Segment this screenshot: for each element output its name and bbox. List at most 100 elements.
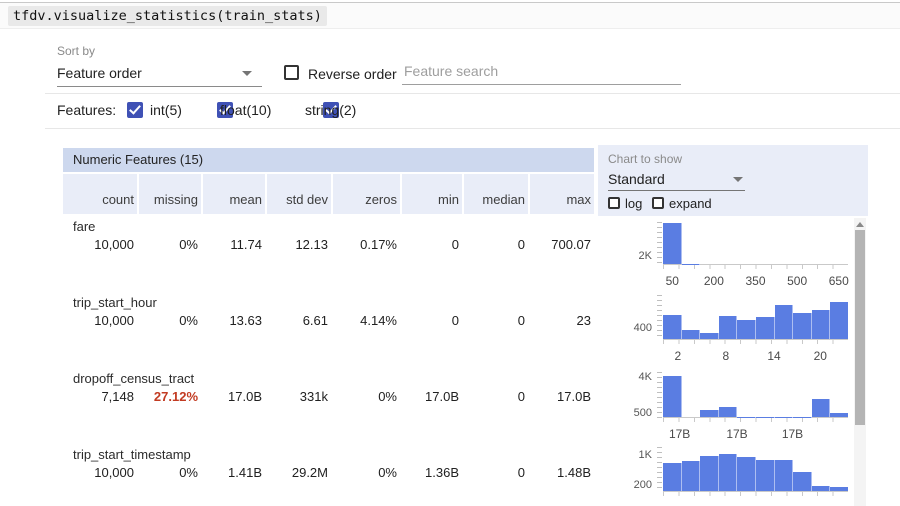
column-header-max: max (528, 174, 594, 214)
histogram-bar (793, 472, 812, 491)
histogram-plot[interactable] (663, 447, 848, 492)
cell-median: 0 (462, 388, 528, 406)
cell-max: 1.48B (528, 464, 594, 482)
histogram-bar (700, 333, 719, 339)
scroll-up-button[interactable] (854, 218, 866, 230)
column-header-median: median (462, 174, 528, 214)
sort-by-value: Feature order (57, 65, 142, 81)
histogram-bar (775, 460, 794, 491)
histogram-bar (737, 457, 756, 491)
y-axis-labels: 1K 200 (630, 447, 652, 492)
reverse-order-checkbox[interactable] (284, 65, 299, 80)
histogram-bar (682, 461, 701, 491)
divider (45, 93, 900, 94)
cell-median: 0 (462, 464, 528, 482)
numeric-features-table: Numeric Features (15) count missing mean… (63, 148, 594, 506)
tfdv-statistics-page: tfdv.visualize_statistics(train_stats) S… (0, 0, 900, 506)
cell-count: 10,000 (63, 236, 137, 254)
cell-count: 7,148 (63, 388, 137, 406)
x-axis-tick-label: 14 (767, 349, 780, 363)
table-row: dropoff_census_tract 7,148 27.12% 17.0B … (63, 366, 594, 442)
histogram-bar (812, 399, 831, 418)
y-axis-labels: 2K (630, 222, 652, 265)
expand-checkbox[interactable] (652, 197, 664, 209)
int-checkbox-label: int(5) (150, 102, 182, 118)
expand-checkbox-label: expand (669, 196, 712, 211)
histogram-bar (756, 317, 775, 339)
histogram-bar (830, 302, 848, 339)
cell-mean: 11.74 (201, 236, 265, 254)
histogram-bar (793, 313, 812, 339)
code-cell: tfdv.visualize_statistics(train_stats) (0, 2, 900, 29)
cell-stddev: 6.61 (265, 312, 331, 330)
histogram-bar (830, 487, 848, 491)
table-row: fare 10,000 0% 11.74 12.13 0.17% 0 0 700… (63, 214, 594, 290)
histogram-bar (737, 320, 756, 339)
int-checkbox[interactable] (127, 102, 143, 118)
y-axis-ticks (657, 447, 662, 492)
histogram-bar (756, 460, 775, 491)
table-header-row: count missing mean std dev zeros min med… (63, 174, 594, 214)
histogram-bar (700, 456, 719, 491)
histogram-bar (812, 310, 831, 339)
x-axis-labels: 17B17B17B (663, 427, 848, 441)
x-axis-labels (663, 501, 848, 506)
float-checkbox-label: float(10) (220, 102, 271, 118)
feature-search-input[interactable] (402, 58, 681, 85)
histogram-plot[interactable] (663, 222, 848, 265)
x-axis-ticks (663, 492, 848, 496)
cell-count: 10,000 (63, 312, 137, 330)
cell-median: 0 (462, 312, 528, 330)
cell-stddev: 12.13 (265, 236, 331, 254)
cell-stddev: 29.2M (265, 464, 331, 482)
x-axis-ticks (663, 340, 848, 344)
cell-max: 700.07 (528, 236, 594, 254)
y-axis-labels: 4K 500 (630, 372, 652, 418)
column-header-stddev: std dev (265, 174, 331, 214)
chart-to-show-label: Chart to show (608, 152, 682, 166)
column-header-zeros: zeros (331, 174, 400, 214)
reverse-order-label: Reverse order (308, 66, 397, 82)
code-text: tfdv.visualize_statistics(train_stats) (8, 6, 327, 26)
x-axis-tick-label: 20 (814, 349, 827, 363)
histogram-bar (775, 305, 794, 339)
y-axis-labels: 400 (630, 295, 652, 340)
y-axis-tick-label: 200 (634, 479, 652, 491)
cell-zeros: 0% (331, 464, 400, 482)
cell-missing: 0% (137, 236, 201, 254)
histogram-bar (812, 486, 831, 491)
cell-min: 0 (400, 312, 462, 330)
histogram-plot[interactable] (663, 372, 848, 418)
x-axis-ticks (663, 418, 848, 422)
column-header-mean: mean (201, 174, 265, 214)
y-axis-tick-label: 4K (639, 371, 652, 383)
cell-missing: 0% (137, 464, 201, 482)
y-axis-tick-label: 500 (634, 407, 652, 419)
y-axis-tick-label: 400 (634, 322, 652, 334)
sort-by-select[interactable]: Feature order (57, 62, 262, 87)
cell-count: 10,000 (63, 464, 137, 482)
x-axis-tick-label: 2 (674, 349, 681, 363)
chevron-down-icon (733, 177, 743, 182)
cell-min: 17.0B (400, 388, 462, 406)
log-checkbox[interactable] (608, 197, 620, 209)
features-label: Features: (57, 102, 116, 118)
cell-zeros: 0.17% (331, 236, 400, 254)
x-axis-tick-label: 17B (726, 427, 747, 441)
scrollbar-thumb[interactable] (855, 230, 865, 425)
cell-mean: 13.63 (201, 312, 265, 330)
chart-controls-panel: Chart to show Standard log expand (598, 145, 868, 216)
cell-mean: 1.41B (201, 464, 265, 482)
histogram-plot[interactable] (663, 295, 848, 340)
x-axis-tick-label: 50 (666, 274, 679, 288)
x-axis-tick-label: 650 (829, 274, 849, 288)
cell-mean: 17.0B (201, 388, 265, 406)
column-header-min: min (400, 174, 462, 214)
string-checkbox-label: string(2) (305, 102, 356, 118)
chart-type-select[interactable]: Standard (608, 169, 745, 191)
cell-max: 17.0B (528, 388, 594, 406)
y-axis-tick-label: 1K (639, 449, 652, 461)
cell-missing: 0% (137, 312, 201, 330)
vertical-scrollbar[interactable] (854, 218, 866, 506)
cell-median: 0 (462, 236, 528, 254)
